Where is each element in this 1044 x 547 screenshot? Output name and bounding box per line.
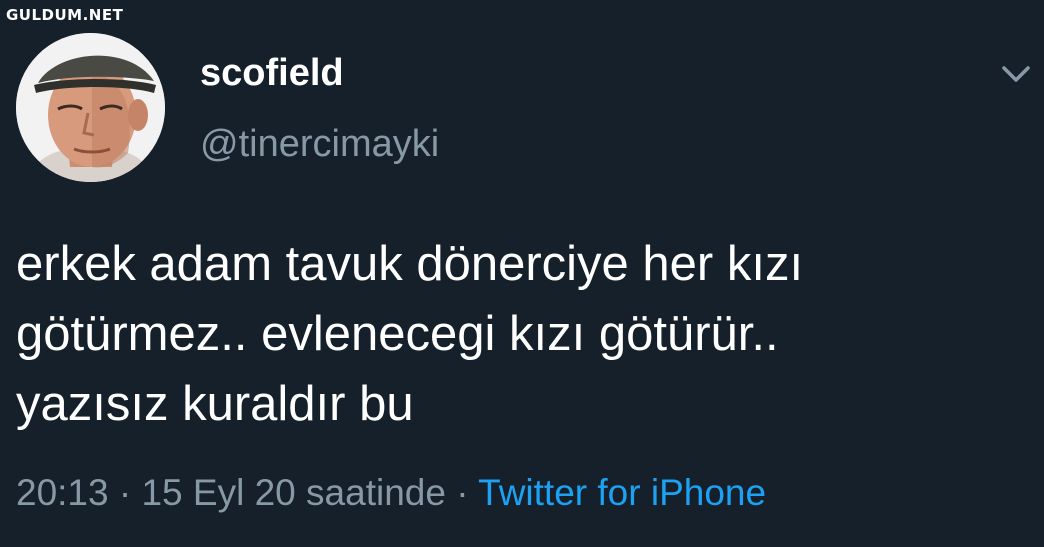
tweet-text-line: yazısız kuraldır bu — [16, 377, 414, 431]
meta-separator: · — [456, 472, 469, 513]
site-watermark: GULDUM.NET — [6, 6, 124, 24]
avatar[interactable] — [16, 33, 165, 182]
tweet-time[interactable]: 20:13 — [16, 472, 109, 513]
tweet-date[interactable]: 15 Eyl 20 saatinde — [141, 472, 445, 513]
meta-separator: · — [118, 472, 132, 513]
tweet-meta: 20:13 · 15 Eyl 20 saatinde · Twitter for… — [16, 472, 766, 514]
chevron-down-icon[interactable] — [1000, 62, 1032, 86]
user-photo-icon — [16, 33, 165, 182]
user-handle[interactable]: @tinercimayki — [200, 123, 439, 166]
tweet-text: erkek adam tavuk dönerciye her kızı götü… — [16, 229, 1026, 439]
tweet-source-link[interactable]: Twitter for iPhone — [478, 472, 766, 513]
display-name[interactable]: scofield — [200, 52, 344, 95]
tweet-text-line: erkek adam tavuk dönerciye her kızı — [16, 237, 804, 291]
tweet-text-line: götürmez.. evlenecegi kızı götürür.. — [16, 307, 779, 361]
